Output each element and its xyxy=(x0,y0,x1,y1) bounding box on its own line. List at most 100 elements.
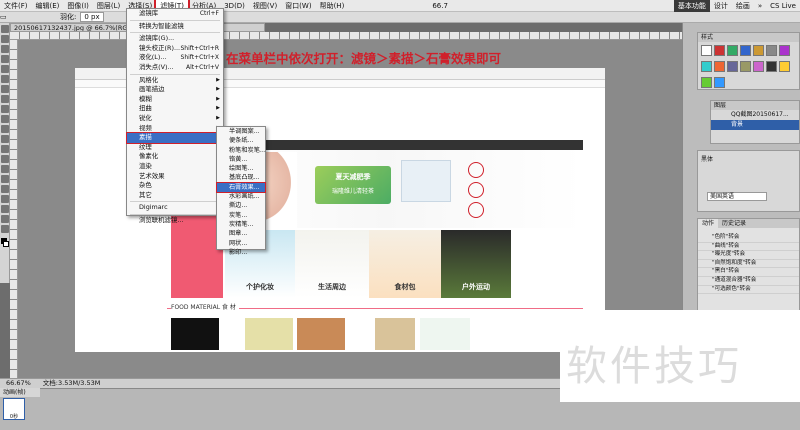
cs-live-button[interactable]: CS Live xyxy=(766,0,800,12)
3d-rotate-tool-icon[interactable] xyxy=(1,205,9,213)
filter-menu-item[interactable]: 转换为智能滤镜 xyxy=(127,22,223,32)
style-swatch[interactable] xyxy=(701,77,712,88)
healing-brush-tool-icon[interactable] xyxy=(1,85,9,93)
eraser-tool-icon[interactable] xyxy=(1,125,9,133)
eyedropper-tool-icon[interactable] xyxy=(1,75,9,83)
style-swatch[interactable] xyxy=(753,45,764,56)
filter-menu-item[interactable]: 镜头校正(R)... Shift+Ctrl+R xyxy=(127,44,223,54)
shape-tool-icon[interactable] xyxy=(1,195,9,203)
dodge-tool-icon[interactable] xyxy=(1,155,9,163)
lasso-tool-icon[interactable] xyxy=(1,45,9,53)
style-swatch[interactable] xyxy=(714,61,725,72)
filter-menu-item[interactable]: 滤镜库 Ctrl+F xyxy=(127,9,223,19)
filter-menu-item[interactable]: 其它▶ xyxy=(127,191,223,201)
layer-row[interactable]: QQ截图20150617... xyxy=(711,110,799,120)
filter-menu-item[interactable]: 画笔描边 ▶ xyxy=(127,85,223,95)
filter-menu-item[interactable]: 渲染▶ xyxy=(127,162,223,172)
blur-tool-icon[interactable] xyxy=(1,145,9,153)
style-swatch[interactable] xyxy=(701,45,712,56)
tab-history[interactable]: 历史记录 xyxy=(718,219,750,228)
menu-help[interactable]: 帮助(H) xyxy=(316,0,349,12)
zoom-level[interactable]: 66.7 xyxy=(428,0,452,12)
feather-input[interactable]: 0 px xyxy=(80,12,104,22)
zoom-tool-icon[interactable] xyxy=(1,225,9,233)
filter-menu-item[interactable]: Digimarc▶ xyxy=(127,203,223,213)
sketch-menu-item[interactable]: 影印... xyxy=(217,248,265,257)
horizontal-ruler[interactable] xyxy=(10,32,682,40)
action-item[interactable]: "通道混合器"转会 xyxy=(698,277,799,286)
filter-menu-item[interactable]: 锐化 ▶ xyxy=(127,114,223,124)
brush-tool-icon[interactable] xyxy=(1,95,9,103)
animation-panel-tab[interactable]: 动画(帧) xyxy=(0,388,40,397)
sketch-menu-item[interactable]: 粉笔和炭笔... xyxy=(217,146,266,155)
layers-panel-tab[interactable]: 图层 xyxy=(711,101,799,110)
menu-3d[interactable]: 3D(D) xyxy=(220,0,249,12)
filter-menu-item[interactable]: 扭曲 ▶ xyxy=(127,104,223,114)
sketch-menu-item[interactable]: 石膏效果... xyxy=(216,181,266,194)
crop-tool-icon[interactable] xyxy=(1,65,9,73)
style-swatch[interactable] xyxy=(740,45,751,56)
marquee-tool-icon[interactable] xyxy=(1,35,9,43)
font-family-value[interactable]: 黑体 xyxy=(698,151,799,166)
path-select-tool-icon[interactable] xyxy=(1,185,9,193)
pen-tool-icon[interactable] xyxy=(1,165,9,173)
hand-tool-icon[interactable] xyxy=(1,215,9,223)
background-color-swatch[interactable] xyxy=(3,241,9,247)
filter-menu-item[interactable]: 像素化▶ xyxy=(127,152,223,162)
sketch-menu-item[interactable]: 图章... xyxy=(217,229,265,238)
filter-menu-item[interactable]: 浏览联机滤镜... xyxy=(127,216,223,226)
style-swatch[interactable] xyxy=(766,45,777,56)
layer-row-selected[interactable]: 背景 xyxy=(711,120,799,130)
style-swatch[interactable] xyxy=(701,61,712,72)
gradient-tool-icon[interactable] xyxy=(1,135,9,143)
action-item[interactable]: "色阶"转会 xyxy=(698,234,799,243)
sketch-menu-item[interactable]: 铬黄... xyxy=(217,155,265,164)
quick-select-tool-icon[interactable] xyxy=(1,55,9,63)
filter-menu-item[interactable]: 模糊 ▶ xyxy=(127,95,223,105)
style-swatch[interactable] xyxy=(766,61,777,72)
type-tool-icon[interactable] xyxy=(1,175,9,183)
sketch-menu-item[interactable]: 便条纸... xyxy=(217,136,265,145)
workspace-design-button[interactable]: 设计 xyxy=(710,0,732,12)
filter-menu-item[interactable]: 风格化 ▶ xyxy=(127,76,223,86)
action-item[interactable]: "可选颜色"转会 xyxy=(698,286,799,295)
style-swatch[interactable] xyxy=(727,61,738,72)
sketch-menu-item[interactable]: 炭精笔... xyxy=(217,220,265,229)
style-swatch[interactable] xyxy=(753,61,764,72)
clone-stamp-tool-icon[interactable] xyxy=(1,105,9,113)
menu-edit[interactable]: 编辑(E) xyxy=(32,0,64,12)
tab-actions[interactable]: 动作 xyxy=(698,219,719,228)
style-swatch[interactable] xyxy=(727,45,738,56)
workspace-more-button[interactable]: » xyxy=(754,0,766,12)
tool-preset-icon[interactable]: ▭ xyxy=(0,13,20,21)
sketch-menu-item[interactable]: 半调图案... xyxy=(217,127,265,136)
menu-window[interactable]: 窗口(W) xyxy=(281,0,315,12)
style-swatch[interactable] xyxy=(714,45,725,56)
action-item[interactable]: "曲线"转会 xyxy=(698,243,799,252)
history-brush-tool-icon[interactable] xyxy=(1,115,9,123)
sketch-menu-item[interactable]: 撕边... xyxy=(217,201,265,210)
frame-time[interactable]: 0秒 xyxy=(4,413,24,420)
sketch-menu-item[interactable]: 基底凸现... xyxy=(217,173,265,182)
workspace-painting-button[interactable]: 绘画 xyxy=(732,0,754,12)
filter-menu-item[interactable]: 滤镜库(G)... xyxy=(127,34,223,44)
menu-image[interactable]: 图像(I) xyxy=(63,0,93,12)
filter-menu-item[interactable]: 素描▶ xyxy=(126,132,224,144)
action-item[interactable]: "曝光度"转会 xyxy=(698,251,799,260)
sketch-menu-item[interactable]: 水彩画纸... xyxy=(217,192,265,201)
style-swatch[interactable] xyxy=(714,77,725,88)
style-swatch[interactable] xyxy=(779,45,790,56)
move-tool-icon[interactable] xyxy=(1,25,9,33)
filter-menu-item[interactable]: 视频▶ xyxy=(127,124,223,134)
filter-menu-item[interactable]: 液化(L)... Shift+Ctrl+X xyxy=(127,53,223,63)
filter-menu-item[interactable]: 消失点(V)... Alt+Ctrl+V xyxy=(127,63,223,73)
action-item[interactable]: "黑白"转会 xyxy=(698,268,799,277)
filter-menu-item[interactable]: 杂色▶ xyxy=(127,181,223,191)
animation-frame-thumbnail[interactable]: 0秒 xyxy=(3,398,25,420)
menu-view[interactable]: 视图(V) xyxy=(249,0,281,12)
vertical-ruler[interactable] xyxy=(10,40,18,378)
filter-menu-item[interactable]: 艺术效果▶ xyxy=(127,172,223,182)
sketch-menu-item[interactable]: 网状... xyxy=(217,239,265,248)
menu-layer[interactable]: 图层(L) xyxy=(93,0,124,12)
language-select[interactable]: 美国英语 xyxy=(707,192,767,201)
